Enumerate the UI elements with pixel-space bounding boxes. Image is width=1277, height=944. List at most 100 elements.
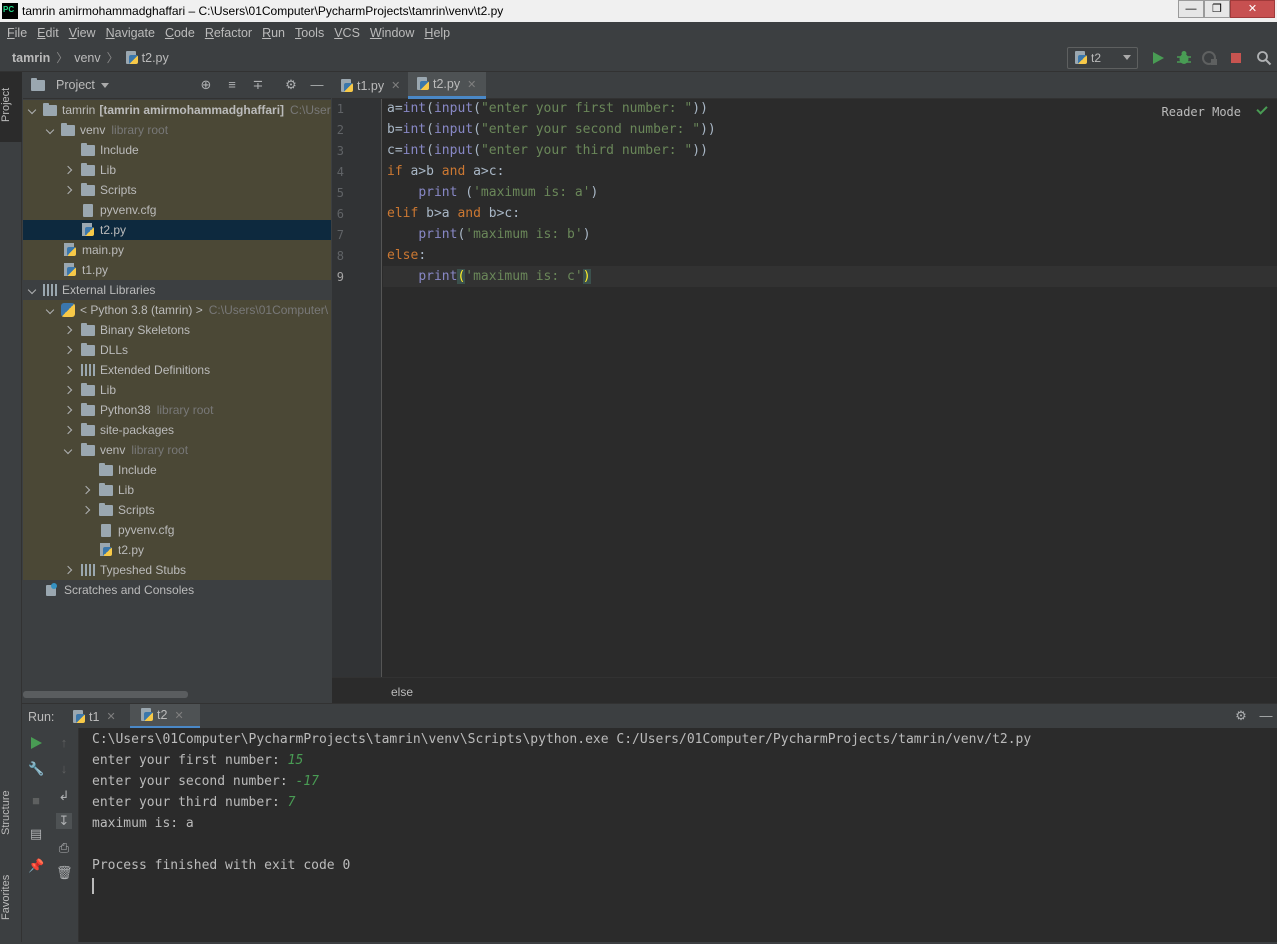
expand-arrow-icon[interactable] [81, 484, 93, 496]
tree-item-binary-skeletons[interactable]: Binary Skeletons [23, 320, 331, 340]
expand-arrow-icon[interactable] [63, 384, 75, 396]
run-configuration-select[interactable]: t2 [1067, 47, 1138, 69]
menu-navigate[interactable]: Navigate [101, 26, 160, 40]
editor-breadcrumb[interactable]: else [391, 685, 413, 699]
tree-item-dlls[interactable]: DLLs [23, 340, 331, 360]
profile-icon[interactable] [1202, 50, 1218, 66]
maximize-button[interactable]: ❐ [1204, 0, 1230, 18]
gear-icon[interactable]: ⚙ [284, 78, 298, 92]
tree-item-python-sdk[interactable]: < Python 3.8 (tamrin) > C:\Users\01Compu… [23, 300, 331, 320]
tree-item-external-libraries[interactable]: External Libraries [23, 280, 331, 300]
tree-item-include[interactable]: Include [23, 140, 331, 160]
run-tab-t2[interactable]: t2 ✕ [130, 704, 200, 729]
wrench-icon[interactable]: 🔧 [28, 761, 44, 777]
breadcrumb-venv[interactable]: venv [74, 51, 100, 65]
close-tab-icon[interactable]: ✕ [467, 78, 476, 91]
tree-item-scripts[interactable]: Scripts [23, 180, 331, 200]
tree-item-python38[interactable]: Python38 library root [23, 400, 331, 420]
rerun-icon[interactable] [28, 735, 44, 751]
reader-mode-toggle[interactable]: Reader Mode [1162, 105, 1241, 119]
menu-vcs[interactable]: VCS [329, 26, 365, 40]
breadcrumb-file[interactable]: t2.py [142, 51, 169, 65]
chevron-down-icon[interactable] [100, 82, 109, 88]
menu-view[interactable]: View [64, 26, 101, 40]
debug-icon[interactable] [1176, 50, 1192, 66]
layout-icon[interactable]: ▤ [28, 826, 44, 842]
structure-tool-tab[interactable]: Structure [0, 778, 22, 848]
tree-item-sdk-venv[interactable]: venv library root [23, 440, 331, 460]
menu-run[interactable]: Run [257, 26, 290, 40]
tree-item-sdk-scripts[interactable]: Scripts [23, 500, 331, 520]
tree-item-lib[interactable]: Lib [23, 160, 331, 180]
minimize-button[interactable]: — [1178, 0, 1204, 18]
close-tab-icon[interactable]: ✕ [174, 709, 183, 722]
tree-item-sdk-venv-lib[interactable]: Lib [23, 480, 331, 500]
tree-item-sdk-pyvenv-cfg[interactable]: pyvenv.cfg [23, 520, 331, 540]
expand-arrow-icon[interactable] [63, 444, 75, 456]
trash-icon[interactable]: 🗑 [56, 865, 73, 881]
collapse-all-icon[interactable]: ∓ [251, 78, 265, 92]
arrow-up-icon[interactable]: ↑ [56, 735, 72, 751]
menu-help[interactable]: Help [419, 26, 455, 40]
hide-panel-icon[interactable]: — [1258, 708, 1274, 724]
menu-edit[interactable]: Edit [32, 26, 64, 40]
tree-item-t2-py[interactable]: t2.py [23, 220, 331, 240]
tree-item-site-packages[interactable]: site-packages [23, 420, 331, 440]
menu-file[interactable]: File [2, 26, 32, 40]
hide-panel-icon[interactable]: — [310, 78, 324, 92]
code-editor[interactable]: 1 2 3 4 5 6 7 8 9 a=int(input("enter you… [332, 99, 1277, 677]
tree-item-main-py[interactable]: main.py [23, 240, 331, 260]
soft-wrap-icon[interactable]: ↲ [56, 788, 72, 804]
tab-t1-py[interactable]: t1.py ✕ [332, 72, 406, 99]
tree-item-venv[interactable]: venv library root [23, 120, 331, 140]
expand-arrow-icon[interactable] [81, 504, 93, 516]
expand-arrow-icon[interactable] [63, 344, 75, 356]
horizontal-scrollbar[interactable] [23, 691, 188, 698]
tree-item-tamrin[interactable]: tamrin [tamrin amirmohammadghaffari] C:\… [23, 100, 331, 120]
menu-refactor[interactable]: Refactor [200, 26, 257, 40]
locate-icon[interactable]: ⊕ [199, 78, 213, 92]
tree-item-pyvenv-cfg[interactable]: pyvenv.cfg [23, 200, 331, 220]
expand-arrow-icon[interactable] [63, 564, 75, 576]
tree-item-extended-definitions[interactable]: Extended Definitions [23, 360, 331, 380]
check-icon[interactable] [1256, 103, 1268, 115]
close-tab-icon[interactable]: ✕ [391, 79, 400, 92]
stop-icon[interactable] [1228, 50, 1244, 66]
tree-item-sdk-lib[interactable]: Lib [23, 380, 331, 400]
print-icon[interactable]: ⎙ [56, 840, 72, 856]
arrow-down-icon[interactable]: ↓ [56, 761, 72, 777]
project-tool-tab[interactable]: Project [0, 72, 22, 142]
expand-arrow-icon[interactable] [27, 104, 39, 116]
pin-icon[interactable]: 📌 [28, 858, 44, 874]
expand-arrow-icon[interactable] [63, 404, 75, 416]
tree-item-scratches[interactable]: Scratches and Consoles [23, 580, 331, 600]
expand-arrow-icon[interactable] [45, 124, 57, 136]
gear-icon[interactable]: ⚙ [1233, 708, 1249, 724]
tree-item-sdk-include[interactable]: Include [23, 460, 331, 480]
favorites-tool-tab[interactable]: Favorites [0, 862, 22, 932]
stop-icon[interactable]: ■ [28, 793, 44, 809]
console-caret[interactable] [92, 878, 94, 894]
close-tab-icon[interactable]: ✕ [106, 710, 115, 723]
expand-arrow-icon[interactable] [63, 324, 75, 336]
search-icon[interactable] [1256, 50, 1272, 66]
expand-arrow-icon[interactable] [63, 164, 75, 176]
menu-code[interactable]: Code [160, 26, 200, 40]
menu-window[interactable]: Window [365, 26, 419, 40]
tree-item-typeshed-stubs[interactable]: Typeshed Stubs [23, 560, 331, 580]
breadcrumb-project[interactable]: tamrin [12, 51, 50, 65]
expand-arrow-icon[interactable] [45, 304, 57, 316]
close-window-button[interactable]: ✕ [1230, 0, 1275, 18]
expand-arrow-icon[interactable] [27, 284, 39, 296]
tab-t2-py[interactable]: t2.py ✕ [408, 72, 486, 99]
expand-all-icon[interactable]: ≡ [225, 78, 239, 92]
menu-tools[interactable]: Tools [290, 26, 329, 40]
expand-arrow-icon[interactable] [63, 184, 75, 196]
expand-arrow-icon[interactable] [63, 424, 75, 436]
project-panel-title[interactable]: Project [56, 78, 95, 92]
scroll-to-end-icon[interactable]: ↧ [56, 813, 72, 829]
expand-arrow-icon[interactable] [63, 364, 75, 376]
tree-item-t1-py[interactable]: t1.py [23, 260, 331, 280]
tree-item-sdk-t2-py[interactable]: t2.py [23, 540, 331, 560]
run-icon[interactable] [1150, 50, 1166, 66]
